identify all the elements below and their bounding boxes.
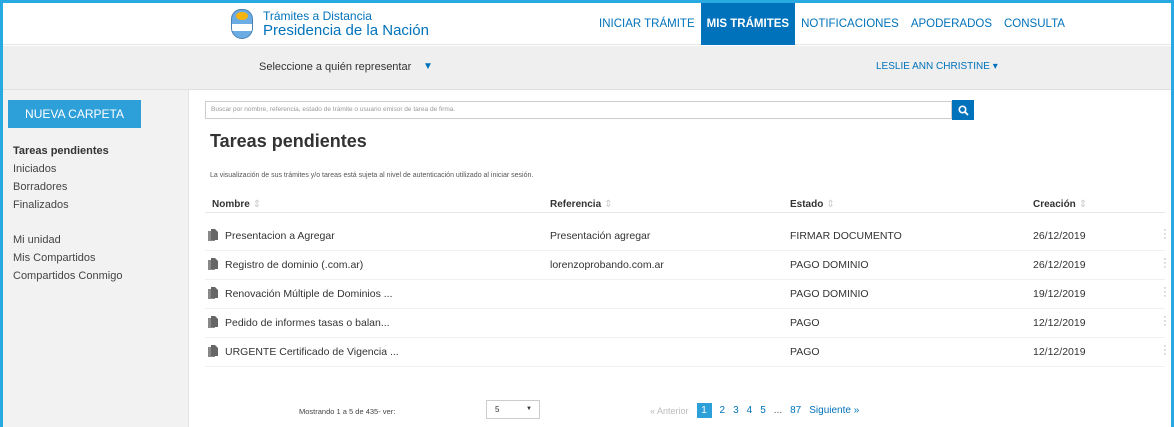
nav-apoderados[interactable]: APODERADOS (905, 3, 998, 45)
sort-icon[interactable]: ⇕ (253, 199, 261, 210)
table-row[interactable]: Presentacion a Agregar Presentación agre… (205, 222, 1168, 251)
pagination-ellipsis: ... (773, 405, 783, 416)
cell-creacion: 12/12/2019 (1033, 317, 1086, 329)
brand-subtitle: Trámites a Distancia (263, 9, 372, 23)
sidebar-item-tareas-pendientes[interactable]: Tareas pendientes (13, 145, 109, 157)
row-menu-icon[interactable]: · · · (1162, 283, 1168, 302)
page-title: Tareas pendientes (210, 131, 367, 151)
document-icon (208, 345, 218, 357)
cell-nombre[interactable]: Pedido de informes tasas o balan... (225, 317, 390, 329)
user-menu[interactable]: LESLIE ANN CHRISTINE ▾ (876, 61, 998, 72)
pagination-page[interactable]: 4 (747, 405, 753, 416)
sidebar-item-borradores[interactable]: Borradores (13, 181, 67, 193)
caret-down-icon: ▼ (526, 406, 532, 412)
representation-bar: Seleccione a quién representar ▼ LESLIE … (3, 46, 1171, 90)
brand-logo[interactable]: Trámites a Distancia Presidencia de la N… (231, 5, 429, 43)
pagination-page[interactable]: 87 (790, 405, 801, 416)
pagination-page-current[interactable]: 1 (696, 403, 712, 418)
pagination: « Anterior 1 2 3 4 5 ... 87 Siguiente » (650, 403, 867, 418)
pagination-next[interactable]: Siguiente » (809, 405, 859, 416)
column-header-referencia[interactable]: Referencia ⇕ (550, 199, 613, 210)
cell-creacion: 26/12/2019 (1033, 259, 1086, 271)
document-icon (208, 316, 218, 328)
column-header-nombre[interactable]: Nombre ⇕ (212, 199, 261, 210)
column-header-creacion[interactable]: Creación ⇕ (1033, 199, 1087, 210)
cell-nombre[interactable]: URGENTE Certificado de Vigencia ... (225, 346, 399, 358)
sidebar-item-mis-compartidos[interactable]: Mis Compartidos (13, 252, 96, 264)
top-navigation: Trámites a Distancia Presidencia de la N… (3, 3, 1171, 45)
cell-referencia: Presentación agregar (550, 230, 651, 242)
table-row[interactable]: URGENTE Certificado de Vigencia ... PAGO… (205, 338, 1168, 367)
sidebar-item-finalizados[interactable]: Finalizados (13, 199, 69, 211)
nav-consulta[interactable]: CONSULTA (998, 3, 1071, 45)
sort-icon[interactable]: ⇕ (1079, 199, 1087, 210)
sidebar-item-mi-unidad[interactable]: Mi unidad (13, 234, 61, 246)
caret-down-icon[interactable]: ▼ (423, 61, 433, 72)
row-menu-icon[interactable]: · · · (1162, 312, 1168, 331)
cell-estado: PAGO (790, 346, 820, 358)
sidebar-item-iniciados[interactable]: Iniciados (13, 163, 56, 175)
document-icon (208, 287, 218, 299)
pagination-page[interactable]: 3 (733, 405, 739, 416)
argentina-seal-icon (231, 9, 253, 39)
table-row[interactable]: Pedido de informes tasas o balan... PAGO… (205, 309, 1168, 338)
page-size-select[interactable]: 5 ▼ (486, 400, 540, 419)
main-nav: INICIAR TRÁMITE MIS TRÁMITES NOTIFICACIO… (593, 3, 1071, 45)
cell-estado: PAGO (790, 317, 820, 329)
cell-nombre[interactable]: Registro de dominio (.com.ar) (225, 259, 363, 271)
cell-creacion: 19/12/2019 (1033, 288, 1086, 300)
row-menu-icon[interactable]: · · · (1162, 225, 1168, 244)
document-icon (208, 258, 218, 270)
cell-creacion: 26/12/2019 (1033, 230, 1086, 242)
document-icon (208, 229, 218, 241)
row-menu-icon[interactable]: · · · (1162, 254, 1168, 273)
sort-icon[interactable]: ⇕ (604, 199, 612, 210)
cell-creacion: 12/12/2019 (1033, 346, 1086, 358)
search-input[interactable]: Buscar por nombre, referencia, estado de… (205, 101, 952, 119)
cell-referencia: lorenzoprobando.com.ar (550, 259, 664, 271)
pagination-page[interactable]: 5 (760, 405, 766, 416)
search-icon (957, 104, 969, 116)
nav-mis-tramites[interactable]: MIS TRÁMITES (700, 3, 796, 45)
nav-notificaciones[interactable]: NOTIFICACIONES (795, 3, 905, 45)
table-header-divider (205, 212, 1165, 213)
row-menu-icon[interactable]: · · · (1162, 341, 1168, 360)
cell-estado: PAGO DOMINIO (790, 259, 869, 271)
pagination-page[interactable]: 2 (720, 405, 726, 416)
sort-icon[interactable]: ⇕ (826, 199, 834, 210)
table-row[interactable]: Registro de dominio (.com.ar) lorenzopro… (205, 251, 1168, 280)
table-row[interactable]: Renovación Múltiple de Dominios ... PAGO… (205, 280, 1168, 309)
showing-count: Mostrando 1 a 5 de 435- ver: (299, 407, 396, 416)
column-header-estado[interactable]: Estado ⇕ (790, 199, 835, 210)
nav-iniciar-tramite[interactable]: INICIAR TRÁMITE (593, 3, 701, 45)
auth-notice: La visualización de sus trámites y/o tar… (210, 172, 534, 179)
cell-nombre[interactable]: Presentacion a Agregar (225, 230, 335, 242)
sidebar-item-compartidos-conmigo[interactable]: Compartidos Conmigo (13, 270, 122, 282)
cell-estado: PAGO DOMINIO (790, 288, 869, 300)
brand-title: Presidencia de la Nación (263, 22, 429, 39)
cell-estado: FIRMAR DOCUMENTO (790, 230, 902, 242)
pagination-previous[interactable]: « Anterior (650, 406, 689, 416)
new-folder-button[interactable]: NUEVA CARPETA (8, 100, 141, 128)
sidebar: NUEVA CARPETA Tareas pendientes Iniciado… (3, 90, 189, 427)
represent-selector[interactable]: Seleccione a quién representar (259, 61, 411, 73)
cell-nombre[interactable]: Renovación Múltiple de Dominios ... (225, 288, 393, 300)
search-button[interactable] (952, 100, 974, 120)
